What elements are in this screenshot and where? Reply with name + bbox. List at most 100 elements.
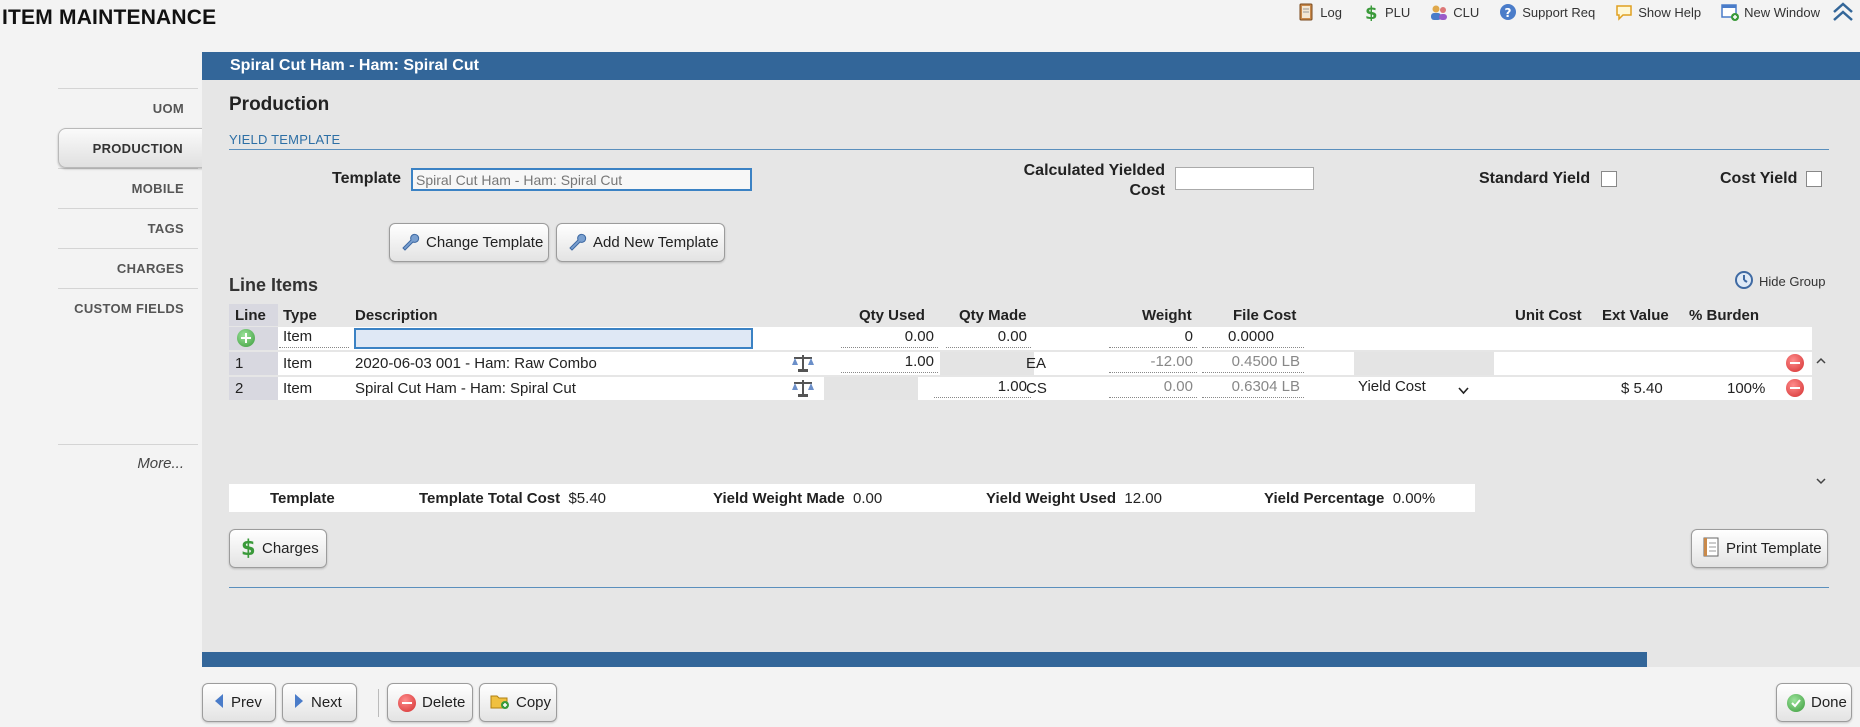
standard-yield-checkbox[interactable] bbox=[1601, 171, 1617, 187]
clock-icon bbox=[1734, 270, 1754, 293]
col-qty-made: Qty Made bbox=[959, 307, 1027, 324]
section-title: Production bbox=[229, 94, 330, 115]
row-yield-disabled bbox=[1354, 352, 1494, 375]
plu-link-label: PLU bbox=[1384, 4, 1411, 20]
show-help-label: Show Help bbox=[1638, 4, 1702, 20]
delete-button[interactable]: Delete bbox=[387, 683, 473, 722]
dollar-icon: $ bbox=[1362, 3, 1380, 24]
summary-weight-made: Yield Weight Made 0.00 bbox=[713, 490, 883, 507]
toolbar-separator bbox=[378, 689, 379, 717]
wrench-icon bbox=[400, 231, 420, 255]
template-summary: Template Template Total Cost $5.40 Yield… bbox=[229, 484, 1475, 512]
prev-button[interactable]: Prev bbox=[202, 683, 276, 722]
charges-label: Charges bbox=[262, 540, 319, 557]
nav-item-tags[interactable]: TAGS bbox=[58, 208, 198, 248]
new-line-description-input[interactable] bbox=[354, 328, 753, 349]
scroll-down-icon[interactable] bbox=[1816, 476, 1826, 486]
row-type: Item bbox=[283, 355, 313, 372]
table-row: 1 Item 2020-06-03 001 - Ham: Raw Combo 1… bbox=[229, 352, 1812, 375]
log-link[interactable]: Log bbox=[1297, 3, 1342, 21]
more-link[interactable]: More... bbox=[58, 444, 198, 472]
clu-link[interactable]: CLU bbox=[1430, 3, 1479, 21]
scale-icon[interactable] bbox=[791, 378, 815, 398]
bottom-bar bbox=[202, 652, 1647, 667]
charges-button[interactable]: $ Charges bbox=[229, 529, 327, 568]
next-button[interactable]: Next bbox=[282, 683, 357, 722]
nav-item-uom[interactable]: UOM bbox=[58, 88, 198, 128]
nav-item-charges[interactable]: CHARGES bbox=[58, 248, 198, 288]
row-ext-value: $ 5.40 bbox=[1621, 380, 1663, 397]
col-line: Line bbox=[235, 307, 266, 324]
summary-weight-made-value: 0.00 bbox=[853, 490, 883, 507]
prev-label: Prev bbox=[231, 694, 262, 711]
row-weight: -12.00 bbox=[1109, 353, 1197, 373]
page-title: ITEM MAINTENANCE bbox=[2, 6, 217, 29]
change-template-label: Change Template bbox=[426, 234, 544, 251]
table-row: 2 Item Spiral Cut Ham - Ham: Spiral Cut … bbox=[229, 377, 1812, 400]
done-label: Done bbox=[1811, 694, 1847, 711]
row-burden: 100% bbox=[1727, 380, 1766, 397]
done-button[interactable]: Done bbox=[1776, 683, 1852, 722]
template-input[interactable] bbox=[411, 168, 752, 191]
summary-weight-used: Yield Weight Used 12.00 bbox=[986, 490, 1162, 507]
cost-yield-label: Cost Yield bbox=[1720, 170, 1798, 187]
row-description: Spiral Cut Ham - Ham: Spiral Cut bbox=[355, 380, 576, 397]
col-qty-used: Qty Used bbox=[859, 307, 925, 324]
delete-row-icon[interactable] bbox=[1786, 354, 1804, 372]
nav-item-custom-fields[interactable]: CUSTOM FIELDS bbox=[58, 288, 198, 328]
print-template-button[interactable]: Print Template bbox=[1691, 529, 1828, 568]
left-nav: UOM PRODUCTION MOBILE TAGS CHARGES CUSTO… bbox=[58, 88, 225, 328]
support-req-link[interactable]: ? Support Req bbox=[1499, 3, 1595, 21]
new-line-row: Item 0.00 0.00 0 0.0000 bbox=[229, 327, 1812, 350]
new-window-link[interactable]: New Window bbox=[1721, 3, 1820, 21]
add-line-icon[interactable] bbox=[237, 329, 255, 347]
yield-type-select[interactable]: Yield Cost bbox=[1354, 378, 1479, 399]
users-icon bbox=[1430, 3, 1448, 21]
document-icon bbox=[1702, 537, 1720, 561]
row-qty-made-disabled bbox=[940, 352, 1034, 375]
summary-yield-percentage: Yield Percentage 0.00% bbox=[1264, 490, 1436, 507]
delete-icon bbox=[398, 693, 416, 712]
delete-row-icon[interactable] bbox=[1786, 379, 1804, 397]
summary-total-cost-value: $5.40 bbox=[568, 490, 607, 507]
copy-label: Copy bbox=[516, 694, 552, 711]
change-template-button[interactable]: Change Template bbox=[389, 223, 549, 262]
row-qty-used[interactable]: 1.00 bbox=[841, 353, 938, 373]
new-line-file-cost[interactable]: 0.0000 bbox=[1202, 328, 1304, 348]
yield-template-heading: YIELD TEMPLATE bbox=[229, 132, 341, 147]
hide-group-link[interactable]: Hide Group bbox=[1734, 270, 1825, 293]
new-line-qty-used[interactable]: 0.00 bbox=[841, 328, 938, 348]
row-weight: 0.00 bbox=[1109, 378, 1197, 398]
new-line-qty-made[interactable]: 0.00 bbox=[946, 328, 1031, 348]
row-qty-made[interactable]: 1.00 bbox=[934, 378, 1031, 398]
log-book-icon bbox=[1297, 3, 1315, 21]
calc-cost-label-line1: Calculated Yielded bbox=[1023, 162, 1165, 179]
scale-icon[interactable] bbox=[791, 353, 815, 373]
svg-text:$: $ bbox=[241, 536, 256, 558]
copy-button[interactable]: Copy bbox=[479, 683, 557, 722]
row-uom: EA bbox=[1026, 355, 1047, 372]
cost-yield-checkbox[interactable] bbox=[1806, 171, 1822, 187]
scroll-up-icon[interactable] bbox=[1816, 356, 1826, 366]
print-template-label: Print Template bbox=[1726, 540, 1822, 557]
nav-item-production[interactable]: PRODUCTION bbox=[58, 128, 225, 168]
calculated-yielded-cost-input[interactable] bbox=[1175, 167, 1314, 190]
collapse-icon[interactable] bbox=[1830, 0, 1856, 26]
grid-scrollbar[interactable] bbox=[1812, 356, 1830, 488]
col-description: Description bbox=[355, 307, 438, 324]
delete-label: Delete bbox=[422, 694, 466, 711]
row-description: 2020-06-03 001 - Ham: Raw Combo bbox=[355, 355, 597, 372]
plu-link[interactable]: $ PLU bbox=[1362, 3, 1411, 24]
add-new-template-button[interactable]: Add New Template bbox=[556, 223, 725, 262]
nav-item-mobile[interactable]: MOBILE bbox=[58, 168, 198, 208]
svg-text:$: $ bbox=[1365, 3, 1378, 21]
svg-text:?: ? bbox=[1505, 6, 1512, 20]
divider bbox=[229, 587, 1829, 588]
arrow-left-icon bbox=[213, 693, 225, 713]
calc-cost-label-line2: Cost bbox=[1129, 182, 1165, 199]
divider bbox=[229, 149, 1829, 150]
new-line-type[interactable]: Item bbox=[279, 328, 349, 348]
new-line-weight[interactable]: 0 bbox=[1109, 328, 1197, 348]
show-help-link[interactable]: Show Help bbox=[1615, 3, 1701, 21]
col-weight: Weight bbox=[1142, 307, 1192, 324]
